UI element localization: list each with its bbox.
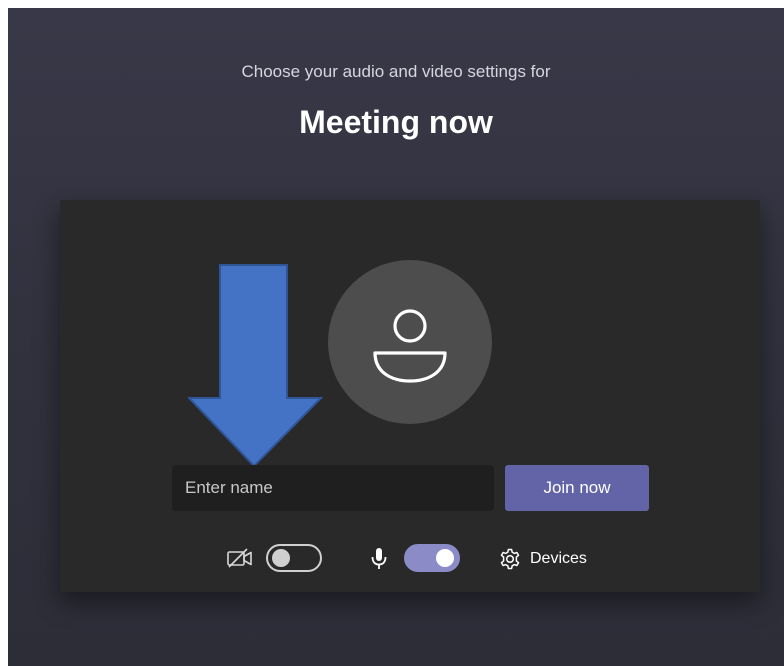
- gear-icon: [500, 548, 520, 570]
- camera-toggle[interactable]: [266, 544, 322, 572]
- preview-panel: Join now: [60, 200, 760, 592]
- device-controls: Devices: [60, 542, 760, 576]
- microphone-icon: [371, 548, 387, 569]
- settings-prompt: Choose your audio and video settings for: [241, 62, 551, 81]
- devices-button[interactable]: Devices: [498, 546, 587, 572]
- join-now-button[interactable]: Join now: [505, 465, 649, 511]
- toggle-knob: [436, 549, 454, 567]
- toggle-knob: [272, 549, 290, 567]
- pre-join-screen: Choose your audio and video settings for…: [8, 8, 784, 666]
- person-icon: [373, 309, 447, 383]
- camera-off-icon: [227, 548, 252, 568]
- microphone-toggle[interactable]: [404, 544, 460, 572]
- name-input[interactable]: [172, 465, 494, 511]
- down-arrow-annotation: [188, 264, 324, 468]
- meeting-title: Meeting now: [299, 104, 493, 140]
- devices-label: Devices: [530, 550, 587, 567]
- avatar: [328, 260, 492, 424]
